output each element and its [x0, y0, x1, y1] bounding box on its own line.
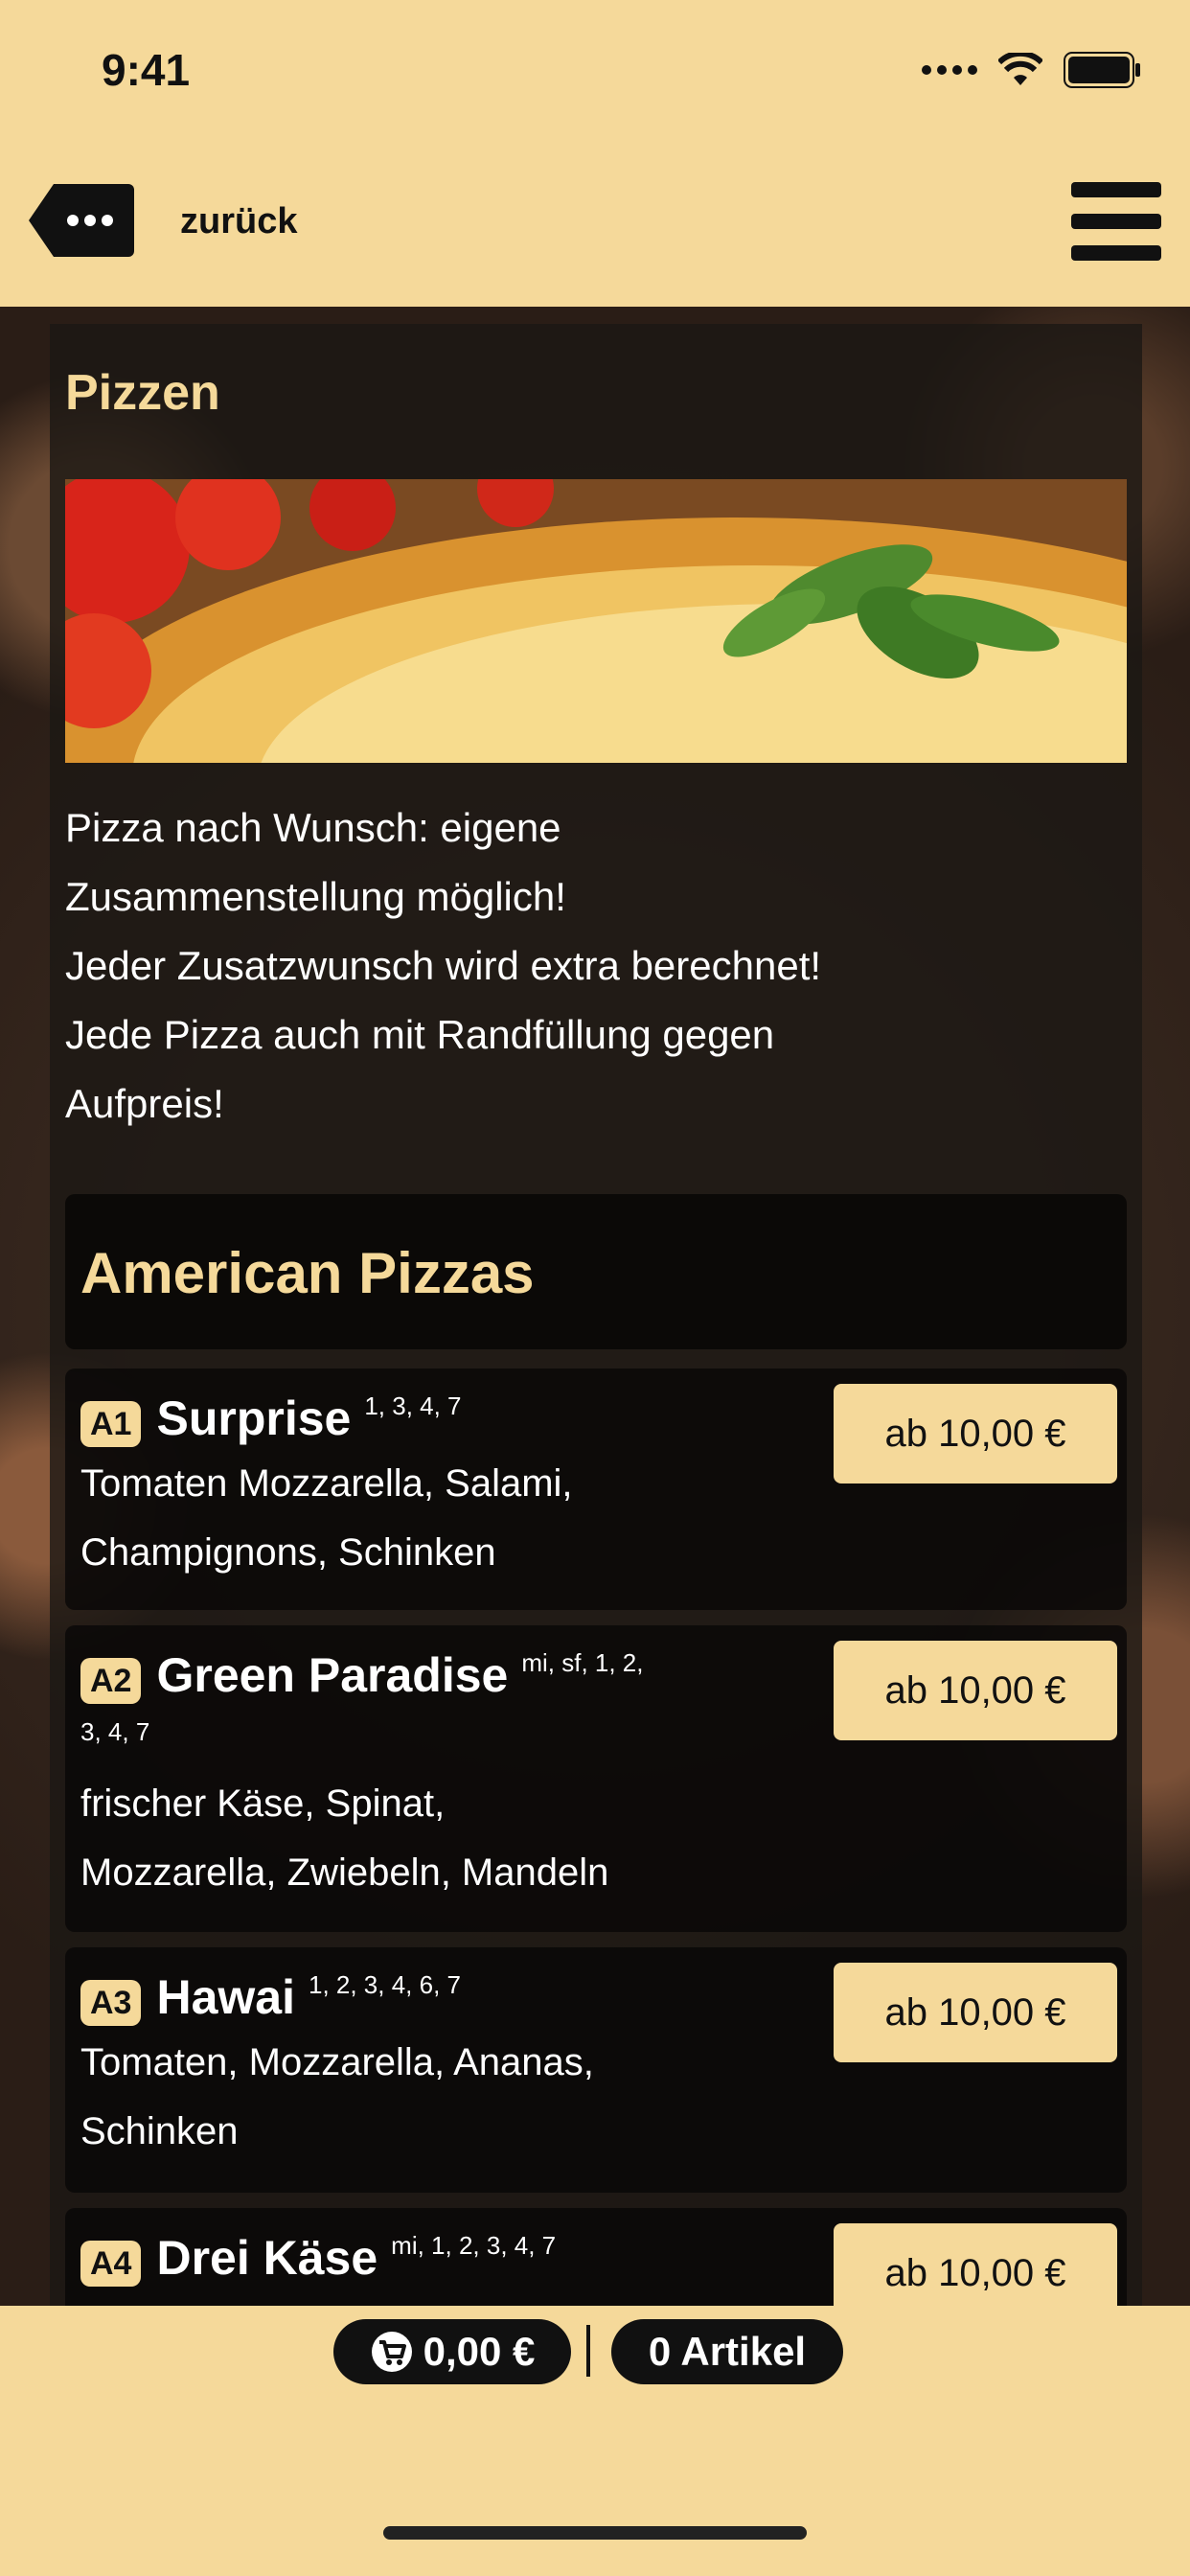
- intro-line: Jeder Zusatzwunsch wird extra berechnet!: [65, 943, 822, 988]
- item-description: Tomaten, Mozzarella, Ananas, Schinken: [80, 2028, 594, 2166]
- item-description-line: Tomaten, Mozzarella, Ananas,: [80, 2041, 594, 2083]
- intro-line: Pizza nach Wunsch: eigene: [65, 805, 561, 850]
- home-indicator[interactable]: [383, 2526, 807, 2540]
- item-description-line: Tomaten Mozzarella, Salami,: [80, 1462, 573, 1505]
- intro-line: Jede Pizza auch mit Randfüllung gegen: [65, 1012, 775, 1057]
- category-title: American Pizzas: [80, 1241, 535, 1305]
- price-button[interactable]: ab 10,00 €: [834, 1641, 1117, 1740]
- item-description: Tomaten Mozzarella, Salami, Champignons,…: [80, 1449, 573, 1587]
- cart-count-button[interactable]: 0 Artikel: [611, 2319, 843, 2384]
- item-allergens-cont: 3, 4, 7: [80, 1717, 150, 1746]
- status-icons: [922, 52, 1142, 88]
- nav-bar: zurück: [0, 144, 1190, 307]
- item-allergens: mi, 1, 2, 3, 4, 7: [391, 2231, 557, 2260]
- item-description-line: Mozzarella, Zwiebeln, Mandeln: [80, 1852, 609, 1894]
- item-allergens: 1, 2, 3, 4, 6, 7: [308, 1970, 461, 1999]
- item-name: Hawai: [156, 1970, 295, 2024]
- price-button[interactable]: ab 10,00 €: [834, 1963, 1117, 2062]
- price-button[interactable]: ab 10,00 €: [834, 1384, 1117, 1484]
- wifi-icon: [998, 53, 1042, 85]
- cart-total: 0,00 €: [423, 2329, 536, 2374]
- item-name: Drei Käse: [156, 2231, 378, 2285]
- section-title: Pizzen: [65, 365, 220, 421]
- intro-line: Aufpreis!: [65, 1081, 224, 1126]
- divider: [586, 2325, 590, 2377]
- item-name: Green Paradise: [156, 1648, 509, 1702]
- item-code: A1: [80, 1401, 142, 1447]
- cart-icon: [371, 2332, 412, 2372]
- item-name: Surprise: [156, 1392, 352, 1445]
- menu-panel: Pizzen Pizza nach Wunsch: eigene Zusamme: [50, 324, 1142, 2306]
- cart-total-button[interactable]: 0,00 €: [333, 2319, 571, 2384]
- menu-item[interactable]: A4 Drei Käse mi, 1, 2, 3, 4, 7 ab 10,00 …: [65, 2208, 1127, 2306]
- item-allergens: 1, 3, 4, 7: [364, 1392, 462, 1420]
- price-button[interactable]: ab 10,00 €: [834, 2223, 1117, 2306]
- intro-line: Zusammenstellung möglich!: [65, 874, 566, 919]
- menu-item[interactable]: A3 Hawai 1, 2, 3, 4, 6, 7 Tomaten, Mozza…: [65, 1947, 1127, 2193]
- item-description: frischer Käse, Spinat, Mozzarella, Zwieb…: [80, 1769, 608, 1907]
- intro-text: Pizza nach Wunsch: eigene Zusammenstellu…: [65, 794, 1119, 1138]
- category-header: American Pizzas: [65, 1194, 1127, 1349]
- item-description-line: Champignons, Schinken: [80, 1531, 496, 1574]
- back-icon[interactable]: [29, 182, 134, 259]
- hamburger-menu-icon[interactable]: [1071, 182, 1161, 261]
- status-time: 9:41: [102, 45, 191, 95]
- signal-icon: [922, 65, 977, 75]
- content-area[interactable]: Pizzen Pizza nach Wunsch: eigene Zusamme: [0, 307, 1190, 2306]
- item-allergens: mi, sf, 1, 2,: [521, 1648, 644, 1677]
- item-code: A2: [80, 1658, 142, 1704]
- menu-item[interactable]: A2 Green Paradise mi, sf, 1, 2, 3, 4, 7 …: [65, 1625, 1127, 1932]
- menu-item[interactable]: A1 Surprise 1, 3, 4, 7 Tomaten Mozzarell…: [65, 1368, 1127, 1610]
- item-code: A3: [80, 1980, 142, 2026]
- item-description-line: frischer Käse, Spinat,: [80, 1782, 446, 1825]
- item-description-line: Schinken: [80, 2110, 239, 2152]
- back-link[interactable]: zurück: [180, 201, 297, 242]
- status-bar: 9:41: [0, 0, 1190, 144]
- pizza-hero-image: [65, 479, 1127, 763]
- cart-count: 0 Artikel: [648, 2329, 807, 2374]
- item-code: A4: [80, 2241, 142, 2287]
- battery-icon: [1064, 52, 1140, 88]
